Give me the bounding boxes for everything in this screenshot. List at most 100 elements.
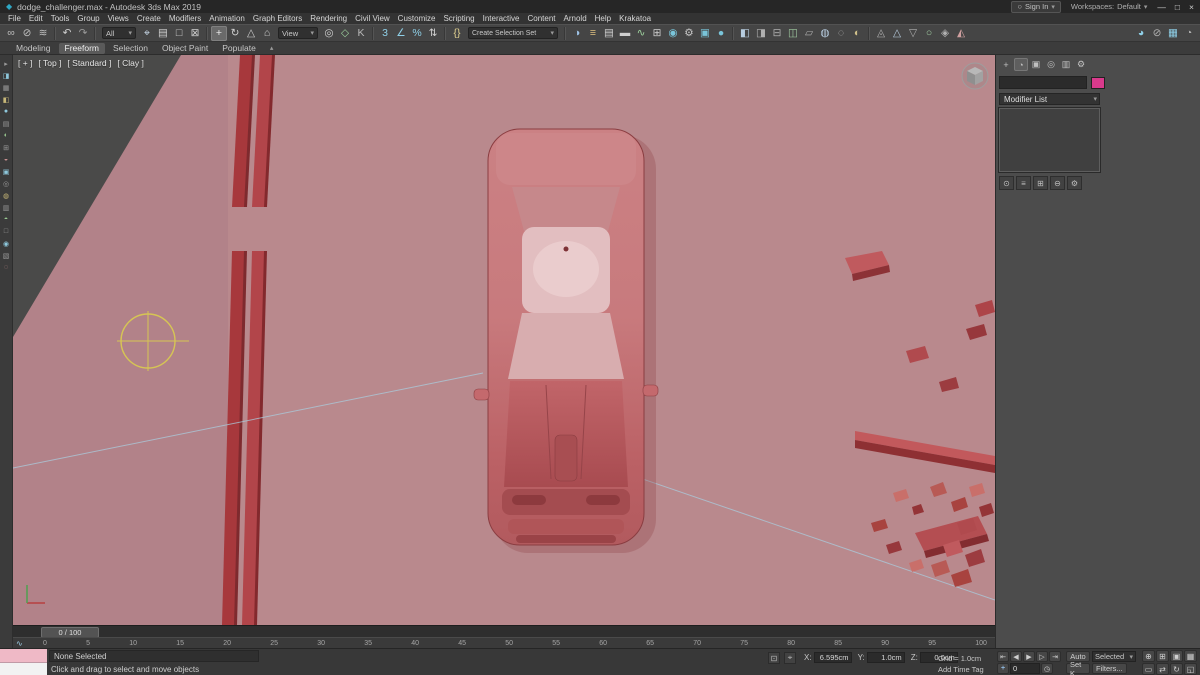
dock-toolbar-icon[interactable]: ▦	[1, 82, 12, 93]
modifier-list-dropdown[interactable]: Modifier List ▾	[999, 93, 1100, 105]
time-slider[interactable]: 0 / 100	[13, 625, 995, 637]
display-panel-tab-icon[interactable]: ▥	[1059, 58, 1073, 71]
time-configuration-icon[interactable]: ◷	[1041, 663, 1053, 674]
modify-panel-tab-icon[interactable]: ◔	[1014, 58, 1028, 71]
redo-icon[interactable]: ↷	[75, 26, 91, 41]
render-production-icon[interactable]: ●	[713, 26, 729, 41]
dock-toolbar-icon[interactable]: ◧	[1, 94, 12, 105]
reference-coordinate-system-dropdown[interactable]: View ▾	[278, 27, 318, 39]
align-icon[interactable]: ≡	[585, 26, 601, 41]
configure-modifier-sets-icon[interactable]: ⚙	[1067, 176, 1082, 190]
dock-toolbar-icon[interactable]: ◒	[1, 154, 12, 165]
custom-toolbar-icon[interactable]: ◌	[833, 26, 849, 41]
ribbon-tab-freeform[interactable]: Freeform	[59, 43, 105, 54]
select-by-name-icon[interactable]: ▤	[155, 26, 171, 41]
named-selection-set-combo[interactable]: Create Selection Set ▾	[468, 27, 558, 39]
maxscript-mini-listener[interactable]	[0, 649, 47, 675]
menu-item[interactable]: Tools	[47, 14, 74, 23]
object-name-field[interactable]	[999, 76, 1087, 89]
select-and-rotate-icon[interactable]: ↻	[227, 26, 243, 41]
percent-snap-icon[interactable]: %	[409, 26, 425, 41]
custom-toolbar-icon[interactable]: ◧	[737, 26, 753, 41]
rectangular-selection-region-icon[interactable]: □	[171, 26, 187, 41]
menu-item[interactable]: Animation	[205, 14, 249, 23]
go-to-start-button[interactable]: ⇤	[997, 651, 1009, 662]
pan-icon[interactable]: ⇄	[1156, 663, 1169, 675]
absolute-offset-mode-toggle[interactable]: ⌖	[784, 652, 796, 664]
snaps-toggle-icon[interactable]: 3	[377, 26, 393, 41]
unlink-selection-icon[interactable]: ⊘	[19, 26, 35, 41]
edit-named-selection-sets-icon[interactable]: {}	[449, 26, 465, 41]
menu-item[interactable]: Krakatoa	[615, 14, 655, 23]
minimize-button[interactable]: —	[1157, 2, 1166, 12]
render-setup-icon[interactable]: ⚙	[681, 26, 697, 41]
custom-toolbar-icon[interactable]: ◭	[953, 26, 969, 41]
custom-toolbar-icon[interactable]: ⊘	[1149, 26, 1165, 41]
spinner-snap-icon[interactable]: ⇅	[425, 26, 441, 41]
play-button[interactable]: ▶	[1023, 651, 1035, 662]
maxscript-macro-row[interactable]	[0, 649, 47, 663]
custom-toolbar-icon[interactable]: ◨	[753, 26, 769, 41]
viewcube[interactable]	[962, 63, 988, 89]
dock-toolbar-icon[interactable]: ◎	[1, 178, 12, 189]
zoom-extents-icon[interactable]: ▣	[1170, 650, 1183, 662]
menu-item[interactable]: Content	[524, 14, 560, 23]
set-key-button[interactable]: Set K...	[1066, 663, 1090, 674]
ribbon-tab-populate[interactable]: Populate	[216, 43, 262, 54]
current-frame-field[interactable]: 0	[1010, 663, 1040, 674]
dock-toolbar-icon[interactable]: ◓	[1, 214, 12, 225]
dock-toolbar-icon[interactable]: ▣	[1, 166, 12, 177]
custom-toolbar-icon[interactable]: ⊟	[769, 26, 785, 41]
material-editor-icon[interactable]: ◉	[665, 26, 681, 41]
maximize-viewport-toggle-icon[interactable]: ◱	[1184, 663, 1197, 675]
hierarchy-panel-tab-icon[interactable]: ▣	[1029, 58, 1043, 71]
keyboard-shortcut-override-icon[interactable]: K	[353, 26, 369, 41]
menu-item[interactable]: Civil View	[351, 14, 394, 23]
use-pivot-point-center-icon[interactable]: ◎	[321, 26, 337, 41]
custom-toolbar-icon[interactable]: ◬	[873, 26, 889, 41]
custom-toolbar-icon[interactable]: ◈	[937, 26, 953, 41]
viewport-top[interactable]: [ + ] [ Top ] [ Standard ] [ Clay ]	[13, 55, 995, 625]
toggle-layer-explorer-icon[interactable]: ▤	[601, 26, 617, 41]
custom-toolbar-icon[interactable]: △	[889, 26, 905, 41]
select-and-place-icon[interactable]: ⌂	[259, 26, 275, 41]
workspaces-selector[interactable]: Workspaces: Default ▾	[1071, 2, 1148, 11]
custom-toolbar-icon[interactable]: ◐	[849, 26, 865, 41]
dock-toolbar-icon[interactable]: □	[1, 226, 12, 237]
selection-lock-toggle[interactable]: ⊡	[768, 652, 780, 664]
select-and-link-icon[interactable]: ∞	[3, 26, 19, 41]
menu-item[interactable]: Graph Editors	[249, 14, 306, 23]
custom-toolbar-icon[interactable]: ▽	[905, 26, 921, 41]
viewport-type-menu[interactable]: [ Standard ]	[67, 58, 111, 68]
dock-toolbar-icon[interactable]: ▥	[1, 202, 12, 213]
close-button[interactable]: ×	[1189, 2, 1194, 12]
menu-item[interactable]: Edit	[25, 14, 47, 23]
set-keys-button[interactable]: +	[997, 663, 1009, 674]
dock-toolbar-icon[interactable]: ▸	[1, 58, 12, 69]
menu-item[interactable]: Group	[73, 14, 103, 23]
zoom-extents-all-icon[interactable]: ▦	[1184, 650, 1197, 662]
motion-panel-tab-icon[interactable]: ◎	[1044, 58, 1058, 71]
pin-stack-icon[interactable]: ⊙	[999, 176, 1014, 190]
select-and-scale-icon[interactable]: △	[243, 26, 259, 41]
custom-toolbar-icon[interactable]: ◕	[1133, 26, 1149, 41]
menu-item[interactable]: Rendering	[306, 14, 351, 23]
car-model[interactable]	[474, 129, 658, 553]
custom-toolbar-icon[interactable]: ○	[921, 26, 937, 41]
menu-item[interactable]: Scripting	[439, 14, 478, 23]
object-color-swatch[interactable]	[1091, 77, 1105, 89]
zoom-region-icon[interactable]: ▭	[1142, 663, 1155, 675]
sign-in-button[interactable]: ○ Sign In ▾	[1011, 1, 1060, 13]
dock-toolbar-icon[interactable]: ◨	[1, 70, 12, 81]
make-unique-icon[interactable]: ⊞	[1033, 176, 1048, 190]
utilities-panel-tab-icon[interactable]: ⚙	[1074, 58, 1088, 71]
menu-item[interactable]: Create	[133, 14, 165, 23]
key-mode-dropdown[interactable]: Selected ▾	[1092, 651, 1136, 662]
dock-toolbar-icon[interactable]: ●	[1, 106, 12, 117]
menu-item[interactable]: Customize	[394, 14, 440, 23]
rendered-frame-window-icon[interactable]: ▣	[697, 26, 713, 41]
dock-toolbar-icon[interactable]: ⊞	[1, 142, 12, 153]
ribbon-tab-object-paint[interactable]: Object Paint	[156, 43, 214, 54]
dock-toolbar-icon[interactable]: ▧	[1, 250, 12, 261]
window-crossing-toggle-icon[interactable]: ⊠	[187, 26, 203, 41]
